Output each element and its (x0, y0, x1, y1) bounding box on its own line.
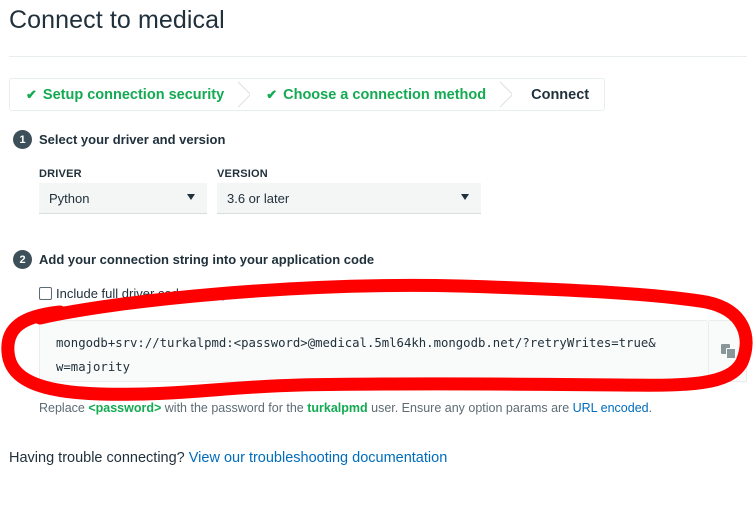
caret-down-icon (461, 194, 469, 200)
troubleshooting-row: Having trouble connecting? View our trou… (9, 450, 447, 466)
connection-string-box[interactable]: mongodb+srv://turkalpmd:<password>@medic… (39, 320, 709, 382)
check-icon: ✔ (266, 86, 278, 102)
section-title: Add your connection string into your app… (39, 252, 375, 267)
copy-button[interactable] (709, 320, 747, 382)
step-setup-security[interactable]: ✔ Setup connection security (10, 79, 238, 110)
include-example-checkbox[interactable] (39, 287, 52, 300)
section-connection-string: 2 Add your connection string into your a… (13, 250, 374, 269)
hint-text: with the password for the (161, 401, 308, 415)
include-example-label: Include full driver code example (56, 286, 239, 301)
caret-down-icon (187, 194, 195, 200)
section-driver-version: 1 Select your driver and version (13, 130, 225, 149)
page-title: Connect to medical (9, 6, 225, 34)
driver-select[interactable]: Python (39, 183, 207, 214)
hint-text: Replace (39, 401, 89, 415)
chevron-right-icon (238, 79, 250, 110)
title-divider (9, 56, 747, 57)
section-title: Select your driver and version (39, 132, 226, 147)
connection-string-line: w=majority (56, 360, 131, 374)
step-choose-method[interactable]: ✔ Choose a connection method (250, 79, 500, 110)
step-connect[interactable]: Connect (512, 79, 604, 110)
chevron-right-icon (500, 79, 512, 110)
step-label: Choose a connection method (283, 86, 487, 103)
step-number-badge: 1 (13, 130, 32, 149)
version-value: 3.6 or later (227, 190, 290, 206)
version-label: VERSION (217, 168, 268, 180)
include-driver-example-option[interactable]: Include full driver code example (39, 286, 239, 301)
url-encoded-link[interactable]: URL encoded (573, 401, 649, 415)
step-label: Connect (531, 86, 590, 103)
connection-string-line: mongodb+srv://turkalpmd:<password>@medic… (56, 336, 656, 350)
connection-steps-breadcrumb: ✔ Setup connection security ✔ Choose a c… (9, 78, 606, 111)
trouble-text: Having trouble connecting? (9, 450, 189, 466)
step-label: Setup connection security (42, 86, 225, 103)
version-select[interactable]: 3.6 or later (217, 183, 481, 214)
troubleshooting-link[interactable]: View our troubleshooting documentation (189, 450, 448, 466)
password-hint: Replace <password> with the password for… (39, 401, 652, 415)
check-icon: ✔ (26, 86, 37, 102)
step-number-badge: 2 (13, 250, 32, 269)
copy-icon (720, 344, 736, 359)
hint-text: . (648, 401, 653, 415)
hint-text: user. Ensure any option params are (367, 401, 573, 415)
driver-value: Python (49, 190, 90, 206)
password-token: <password> (88, 401, 162, 415)
driver-label: DRIVER (39, 168, 82, 180)
username: turkalpmd (307, 401, 368, 415)
